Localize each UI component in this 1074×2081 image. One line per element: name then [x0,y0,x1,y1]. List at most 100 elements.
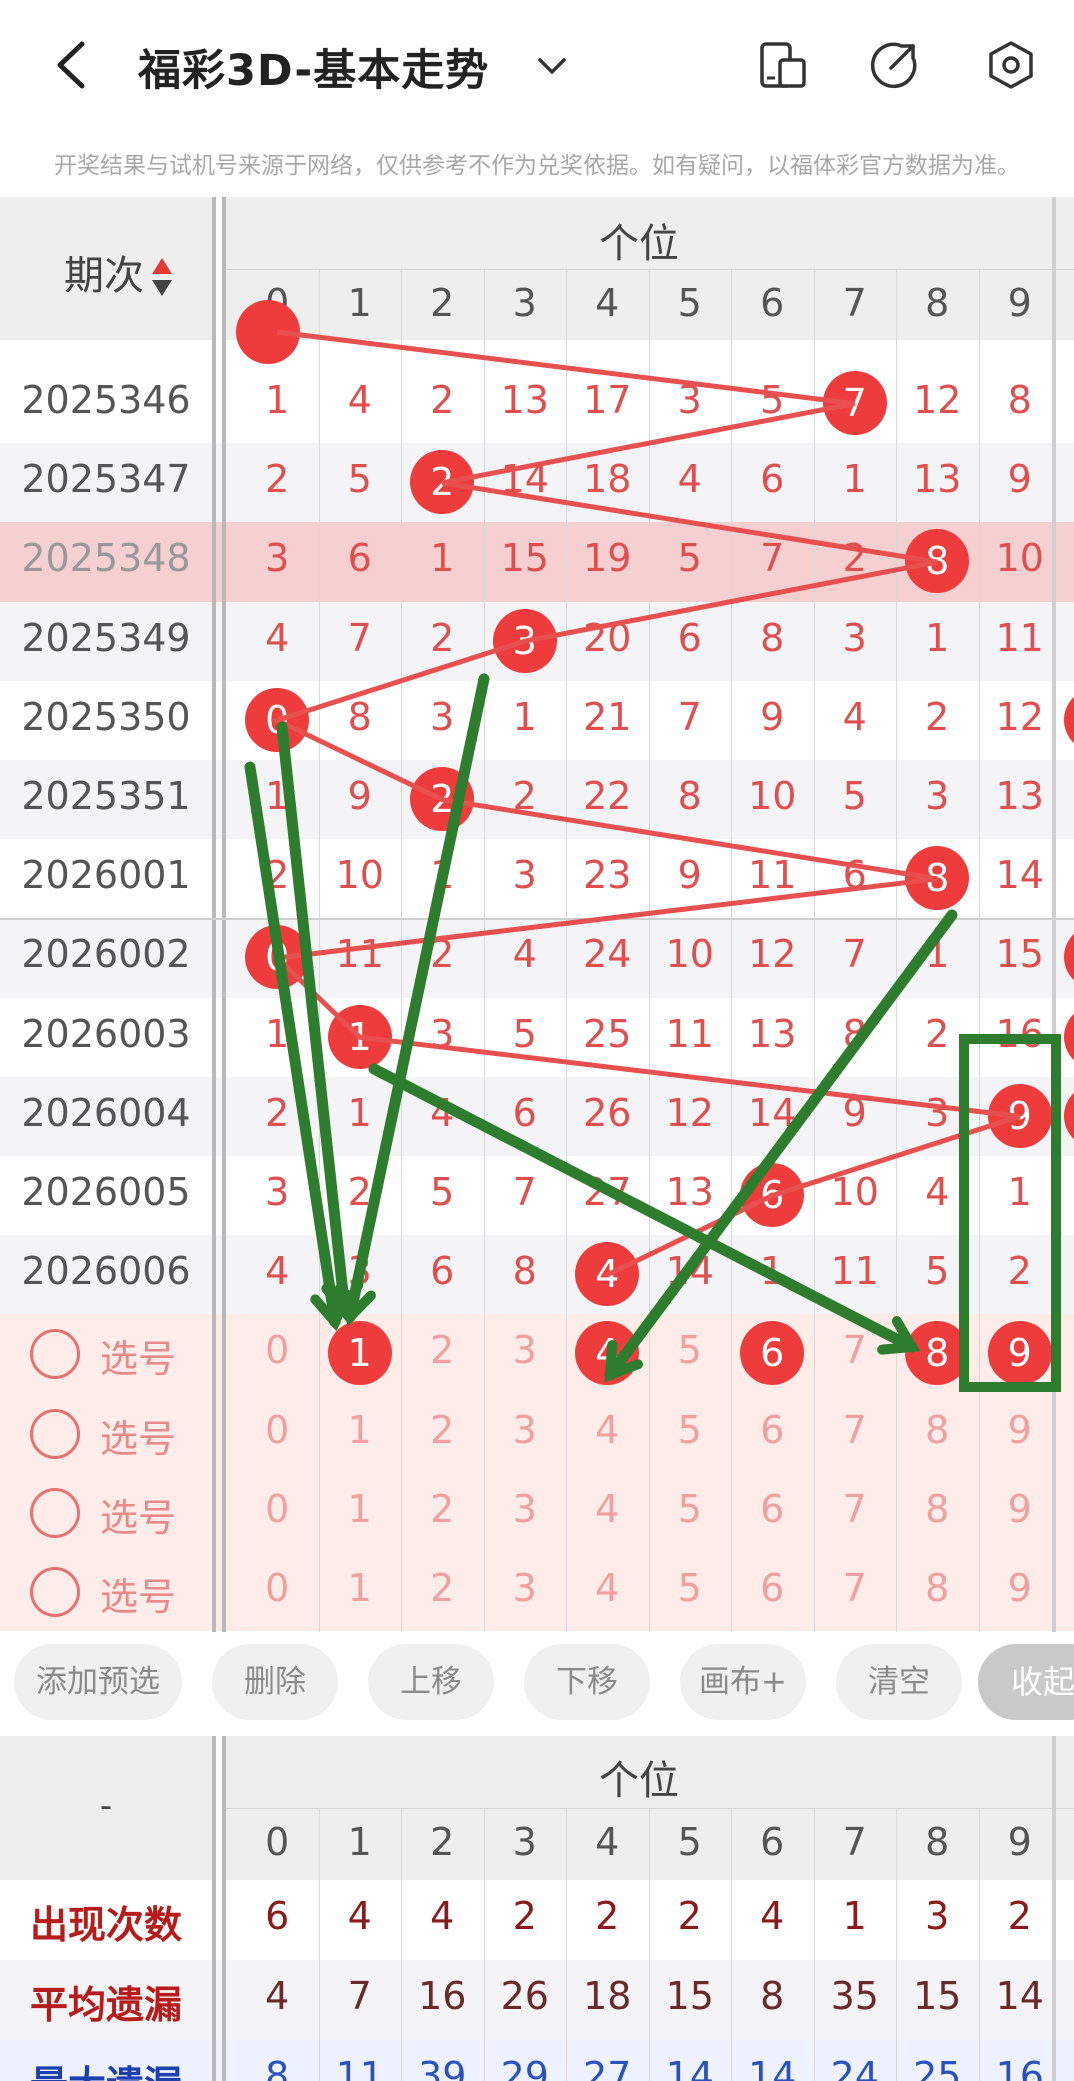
period-2025350[interactable]: 2025350 [0,695,212,739]
selected-ball[interactable]: 9 [987,1321,1052,1386]
miss-cell: 7 [347,615,372,660]
miss-cell: 12 [913,378,962,422]
col-divider [318,270,320,1632]
period-2026001[interactable]: 2026001 [0,853,212,897]
select-cell[interactable]: 1 [319,1487,402,1531]
select-cell[interactable]: 7 [814,1566,897,1610]
select-cell[interactable]: 4 [566,1408,649,1452]
hit-ball-2025350[interactable]: 0 [245,687,310,752]
stats-value: 29 [500,2054,549,2081]
select-cell[interactable]: 4 [566,1487,649,1531]
miss-cell: 1 [347,1090,372,1135]
select-cell[interactable]: 7 [814,1487,897,1531]
hit-ball-2025349[interactable]: 3 [492,608,557,673]
select-cell[interactable]: 1 [319,1566,402,1610]
sort-icon[interactable] [144,253,174,299]
period-2025346[interactable]: 2025346 [0,378,212,422]
miss-cell: 15 [500,536,549,581]
select-cell[interactable]: 5 [649,1328,732,1372]
select-cell[interactable]: 6 [731,1408,814,1452]
miss-cell: 2 [842,536,867,581]
miss-cell: 9 [677,853,702,898]
select-cell[interactable]: 2 [401,1487,484,1531]
stats-value: 14 [665,2054,714,2081]
period-2025351[interactable]: 2025351 [0,774,212,818]
select-cell[interactable]: 5 [649,1487,732,1531]
hit-ball-2025346[interactable]: 7 [822,371,887,435]
select-cell[interactable]: 8 [896,1487,979,1531]
stats-value: 24 [830,2054,879,2081]
select-cell[interactable]: 3 [484,1408,567,1452]
period-header[interactable]: 期次 [64,243,174,301]
hit-ball-2026003[interactable]: 1 [327,1004,392,1069]
select-cell[interactable]: 9 [979,1566,1062,1610]
hit-ball-2025347[interactable]: 2 [410,450,475,515]
delete-button[interactable]: 删除 [212,1644,338,1720]
period-2025348[interactable]: 2025348 [0,536,212,580]
select-cell[interactable]: 3 [484,1566,567,1610]
miss-cell: 1 [265,378,290,422]
select-cell[interactable]: 6 [731,1487,814,1531]
select-cell[interactable]: 0 [236,1487,319,1531]
select-cell[interactable]: 0 [236,1408,319,1452]
miss-cell: 13 [995,774,1044,818]
select-cell[interactable]: 5 [649,1408,732,1452]
period-2026002[interactable]: 2026002 [0,932,212,976]
layout-toggle-icon[interactable] [758,40,808,90]
select-cell[interactable]: 7 [814,1328,897,1372]
clear-button[interactable]: 清空 [836,1644,962,1720]
collapse-button[interactable]: 收起 [978,1644,1074,1720]
period-2025349[interactable]: 2025349 [0,616,212,660]
select-cell[interactable]: 4 [566,1566,649,1610]
select-cell[interactable]: 0 [236,1566,319,1610]
col-divider [483,270,485,1632]
select-cell[interactable]: 5 [649,1566,732,1610]
hit-ball-2025351[interactable]: 2 [410,767,475,831]
select-radio[interactable] [30,1408,80,1459]
stats-col-divider [731,1809,732,2081]
hit-ball-2026001[interactable]: 8 [905,846,970,911]
select-cell[interactable]: 0 [236,1328,319,1372]
hit-ball-2026005[interactable]: 6 [740,1163,805,1227]
add-preselect-button[interactable]: 添加预选 [14,1644,182,1720]
stats-value: 15 [913,1974,962,2018]
hit-ball-2026004[interactable]: 9 [987,1083,1052,1148]
chevron-down-icon[interactable] [536,50,568,82]
period-2026003[interactable]: 2026003 [0,1012,212,1056]
select-cell[interactable]: 8 [896,1408,979,1452]
select-cell[interactable]: 2 [401,1408,484,1452]
miss-cell: 19 [583,536,632,581]
miss-cell: 14 [995,853,1044,898]
move-down-button[interactable]: 下移 [524,1644,650,1720]
settings-icon[interactable] [986,40,1036,90]
disclaimer-notice: 开奖结果与试机号来源于网络，仅供参考不作为兑奖依据。如有疑问，以福体彩官方数据为… [54,153,1020,179]
miss-cell: 3 [842,615,867,660]
canvas-plus-button[interactable]: 画布+ [680,1644,806,1720]
move-up-button[interactable]: 上移 [368,1644,494,1720]
stats-left-divider-2 [222,1736,226,2081]
miss-cell: 8 [347,694,372,739]
select-cell[interactable]: 9 [979,1487,1062,1531]
select-cell[interactable]: 3 [484,1487,567,1531]
period-header-label: 期次 [64,253,144,299]
select-cell[interactable]: 7 [814,1408,897,1452]
period-2026005[interactable]: 2026005 [0,1170,212,1214]
select-radio[interactable] [30,1487,80,1538]
period-2026006[interactable]: 2026006 [0,1249,212,1293]
select-cell[interactable]: 3 [484,1328,567,1372]
hit-ball-2026006[interactable]: 4 [575,1242,640,1307]
select-cell[interactable]: 2 [401,1328,484,1372]
select-cell[interactable]: 9 [979,1408,1062,1452]
period-2026004[interactable]: 2026004 [0,1091,212,1135]
back-arrow-icon[interactable] [52,40,96,90]
select-cell[interactable]: 2 [401,1566,484,1610]
page-title[interactable]: 福彩3D-基本走势 [138,36,489,98]
select-cell[interactable]: 8 [896,1566,979,1610]
share-icon[interactable] [869,40,919,90]
period-2025347[interactable]: 2025347 [0,457,212,501]
select-cell[interactable]: 6 [731,1566,814,1610]
digit-header-9: 9 [1007,281,1032,325]
select-cell[interactable]: 1 [319,1408,402,1452]
selected-ball[interactable]: 1 [327,1321,392,1386]
select-radio[interactable] [30,1567,80,1617]
